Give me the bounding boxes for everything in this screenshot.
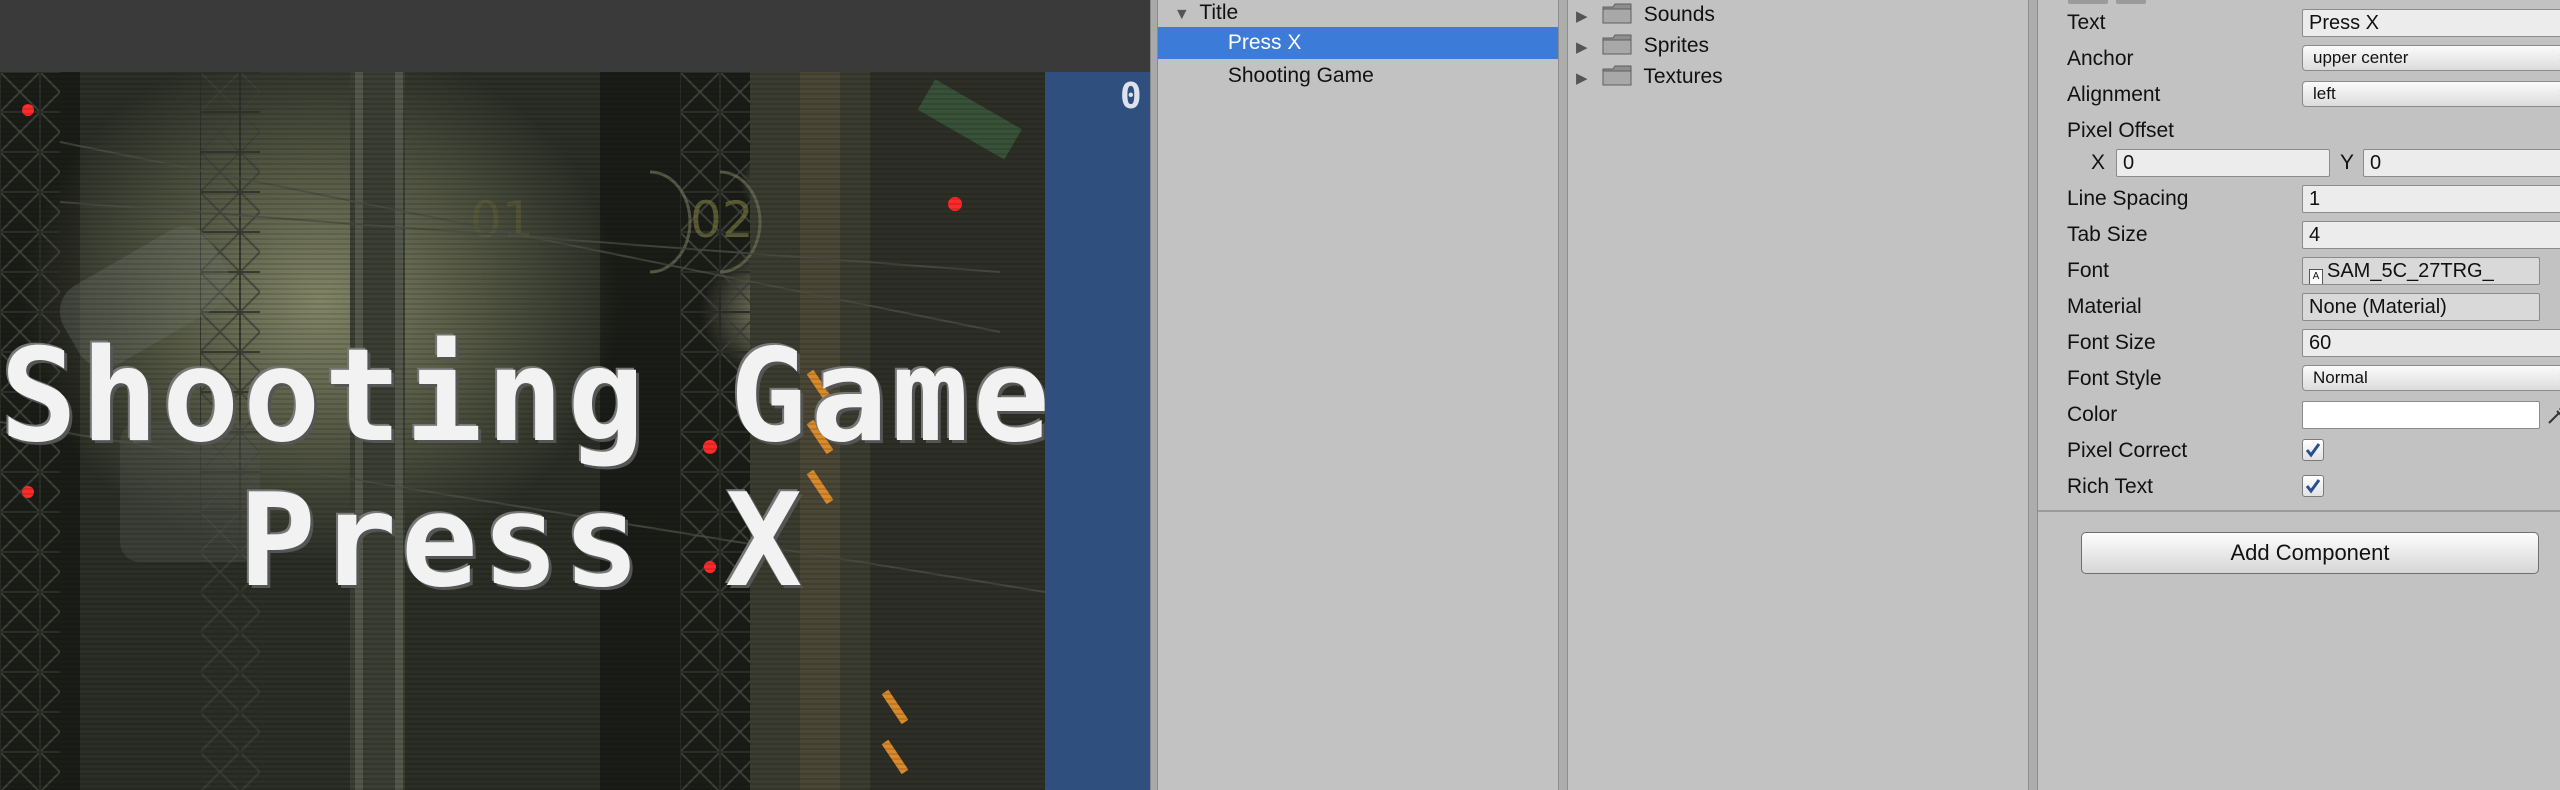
inspector-panel: Text Press X Anchor upper center ⬍ Align… [2038,0,2560,790]
line-spacing-field[interactable]: 1 [2302,185,2560,213]
alignment-dropdown[interactable]: left ⬍ [2302,81,2560,107]
folder-icon [1602,3,1632,24]
pixel-correct-checkbox[interactable] [2302,439,2324,461]
hierarchy-item-press-x[interactable]: Press X [1158,27,1558,59]
component-header-icon [2068,0,2108,4]
inspector-divider [2038,510,2560,512]
add-component-button[interactable]: Add Component [2081,532,2539,574]
material-field[interactable]: None (Material) [2302,293,2540,321]
rich-text-checkbox[interactable] [2302,475,2324,497]
pixel-offset-y-field[interactable]: 0 [2363,149,2560,177]
material-label: Material [2067,295,2142,318]
svg-text:01: 01 [470,191,534,249]
font-label: Font [2067,259,2110,282]
checkmark-icon [2305,479,2321,494]
font-field[interactable]: A SAM_5C_27TRG_ [2302,257,2540,285]
alignment-label: Alignment [2067,83,2161,106]
hierarchy-panel: ▼ Title Press X Shooting Game [1158,0,1558,790]
font-style-dropdown-value: Normal [2313,368,2368,387]
font-size-label: Font Size [2067,331,2156,354]
folder-icon [1602,34,1632,55]
hierarchy-item-shooting-game[interactable]: Shooting Game [1158,59,1558,93]
font-asset-icon: A [2309,269,2323,284]
color-swatch[interactable] [2302,401,2540,429]
hierarchy-item-label: Title [1199,1,1239,24]
eyedropper-icon[interactable] [2546,404,2560,426]
pixel-correct-label: Pixel Correct [2067,439,2188,462]
pixel-offset-x-field[interactable]: 0 [2116,149,2330,177]
game-view-toolbar [0,0,1150,73]
hierarchy-item-label: Shooting Game [1227,64,1374,87]
project-folder-sprites[interactable]: ▶ Sprites [1576,31,1709,61]
hierarchy-splitter[interactable] [1558,0,1568,790]
font-style-label: Font Style [2067,367,2162,390]
expand-arrow-icon[interactable]: ▶ [1576,64,1596,94]
alignment-dropdown-value: left [2313,84,2336,103]
font-field-value: SAM_5C_27TRG_ [2327,260,2494,282]
component-toggle-icon [2116,0,2146,4]
project-panel: ▶ Sounds ▶ Sprites ▶ Textures [1568,0,2028,790]
project-folder-label: Sprites [1643,34,1710,57]
pixel-offset-y-label: Y [2340,151,2355,174]
project-folder-label: Sounds [1643,3,1715,26]
game-view-sidebar: 0 [1045,72,1150,790]
font-size-field[interactable]: 60 [2302,329,2560,357]
svg-text:02: 02 [690,191,754,249]
checkmark-icon [2305,443,2321,458]
expand-arrow-icon[interactable]: ▶ [1576,2,1596,32]
text-label: Text [2067,11,2106,34]
text-field[interactable]: Press X [2302,9,2560,37]
game-view-panel: 01 02 Shooting Game Press X 0 [0,0,1150,790]
press-x-text: Press X [238,467,807,616]
pixel-offset-x-label: X [2091,151,2106,174]
font-style-dropdown[interactable]: Normal ⬍ [2302,365,2560,391]
anchor-dropdown[interactable]: upper center ⬍ [2302,45,2560,71]
sidebar-digit: 0 [1120,76,1142,117]
project-splitter[interactable] [2028,0,2038,790]
anchor-dropdown-value: upper center [2313,48,2409,67]
game-title-text: Shooting Game [0,322,1045,471]
game-viewport[interactable]: 01 02 Shooting Game Press X [0,72,1045,790]
pixel-offset-label: Pixel Offset [2067,119,2174,142]
pane-splitter[interactable] [1150,0,1158,790]
line-spacing-label: Line Spacing [2067,187,2189,210]
expand-arrow-icon[interactable]: ▶ [1576,33,1596,63]
folder-icon [1602,65,1632,86]
color-label: Color [2067,403,2118,426]
anchor-label: Anchor [2067,47,2134,70]
tab-size-label: Tab Size [2067,223,2148,246]
rich-text-label: Rich Text [2067,475,2153,498]
hierarchy-item-label: Press X [1227,31,1302,54]
project-folder-sounds[interactable]: ▶ Sounds [1576,0,1715,30]
tab-size-field[interactable]: 4 [2302,221,2560,249]
project-folder-textures[interactable]: ▶ Textures [1576,62,1723,92]
project-folder-label: Textures [1643,65,1723,88]
